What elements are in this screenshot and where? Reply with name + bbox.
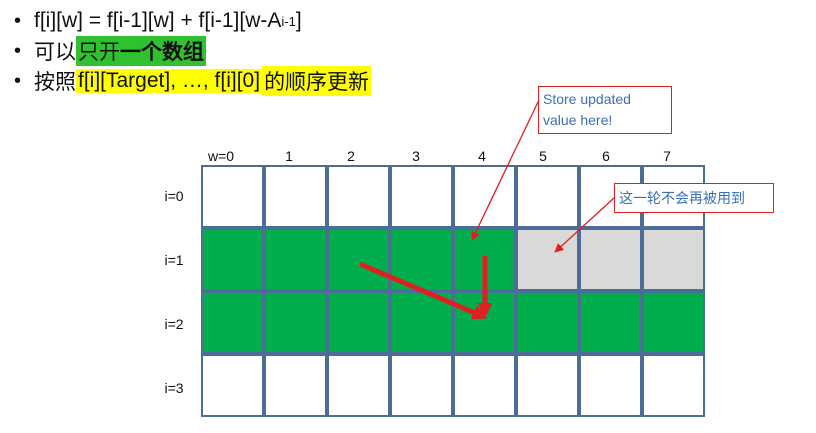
unused-pointer-line xyxy=(554,197,615,253)
arrow-overlay xyxy=(359,99,615,320)
store-pointer-line xyxy=(471,99,540,241)
diagonal-dependency-arrow xyxy=(359,261,488,320)
